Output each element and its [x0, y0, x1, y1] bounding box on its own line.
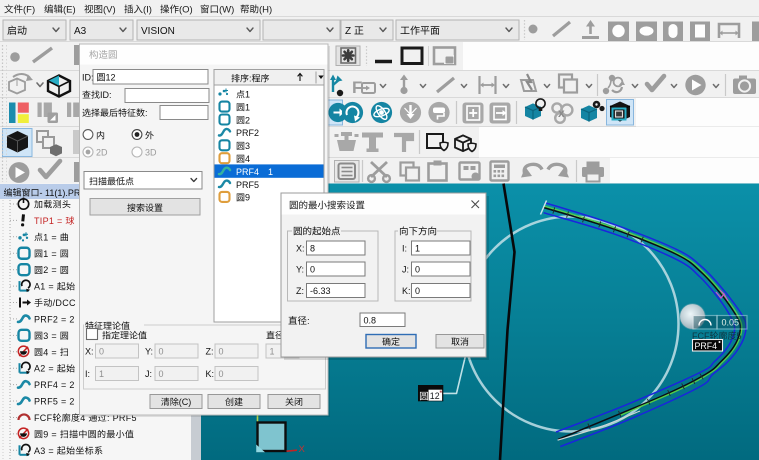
svg-text:1: 1 [99, 369, 104, 379]
svg-text:A2 =: A2 = [34, 364, 54, 374]
svg-text:0: 0 [159, 369, 164, 379]
svg-text:3D: 3D [145, 148, 157, 158]
svg-text:0: 0 [415, 286, 420, 296]
svg-text:(C): (C) [179, 397, 192, 407]
svg-text:I:: I: [85, 369, 90, 379]
svg-text:(E): (E) [63, 5, 76, 16]
svg-text:X:: X: [85, 347, 94, 357]
svg-text:FCF: FCF [34, 413, 53, 423]
svg-text:PRF4: PRF4 [695, 341, 718, 351]
svg-text:0: 0 [415, 265, 420, 275]
svg-text:J:: J: [145, 369, 152, 379]
svg-text:X:: X: [296, 244, 305, 254]
svg-text:TIP1 =: TIP1 = [34, 216, 63, 226]
svg-text:K:: K: [402, 286, 411, 296]
svg-text:3: 3 [245, 141, 250, 151]
svg-text:0: 0 [99, 347, 104, 357]
svg-text:8: 8 [310, 244, 315, 254]
svg-text:(H): (H) [259, 5, 272, 16]
svg-text:(I): (I) [143, 5, 152, 16]
svg-text:0: 0 [310, 265, 315, 275]
svg-text:3 =: 3 = [43, 331, 57, 341]
svg-text:PRF2: PRF2 [236, 128, 259, 138]
svg-text:ID:: ID: [82, 73, 94, 83]
svg-text:(V): (V) [103, 5, 116, 16]
svg-text:1 =: 1 = [43, 249, 57, 259]
svg-text:12: 12 [106, 73, 116, 83]
svg-text:ID:: ID: [100, 90, 112, 100]
svg-text::: : [249, 74, 252, 84]
svg-text:- 11(1).PR: - 11(1).PR [40, 188, 81, 198]
svg-text:(O): (O) [179, 5, 193, 16]
svg-text:-6.33: -6.33 [310, 286, 331, 296]
svg-text:PRF5: PRF5 [236, 180, 259, 190]
svg-text:X: X [299, 444, 306, 455]
svg-text:VISION: VISION [141, 26, 175, 37]
svg-text:PRF4 = 2: PRF4 = 2 [34, 380, 75, 390]
svg-text:PRF5 = 2: PRF5 = 2 [34, 397, 75, 407]
svg-text:A3 =: A3 = [34, 446, 54, 456]
svg-text:x: x [558, 106, 565, 120]
svg-text:9 =: 9 = [43, 429, 57, 439]
svg-text:A3: A3 [74, 26, 87, 37]
svg-text:0: 0 [219, 369, 224, 379]
svg-text:0.8: 0.8 [364, 316, 377, 326]
svg-text:Y:: Y: [145, 347, 153, 357]
svg-text:I:: I: [402, 244, 407, 254]
svg-text:1 =: 1 = [43, 232, 57, 242]
svg-text:0: 0 [159, 347, 164, 357]
svg-text:2 =: 2 = [43, 265, 57, 275]
svg-text:(W): (W) [219, 5, 234, 16]
svg-text:1: 1 [245, 102, 250, 112]
svg-text:PRF4: PRF4 [236, 167, 259, 177]
svg-text:Z:: Z: [206, 347, 214, 357]
svg-text:0.05: 0.05 [722, 318, 740, 328]
svg-text:1: 1 [268, 167, 273, 177]
svg-text:/DCC: /DCC [53, 298, 76, 308]
svg-text:(F): (F) [23, 5, 35, 16]
svg-text:5: 5 [737, 331, 742, 341]
svg-text:2: 2 [245, 115, 250, 125]
svg-text:PRF2 = 2: PRF2 = 2 [34, 314, 75, 324]
svg-text:12: 12 [430, 391, 440, 401]
svg-text:1: 1 [415, 244, 420, 254]
svg-text:K:: K: [206, 369, 215, 379]
svg-text:1: 1 [270, 347, 275, 357]
svg-text:0: 0 [219, 347, 224, 357]
svg-text:Z: Z [345, 26, 351, 37]
svg-text:4: 4 [245, 154, 250, 164]
svg-text:A1 =: A1 = [34, 282, 54, 292]
svg-text:9: 9 [245, 193, 250, 203]
svg-text:4 =: 4 = [43, 347, 57, 357]
svg-text:Y:: Y: [296, 265, 304, 275]
svg-text:2D: 2D [96, 148, 108, 158]
svg-text:1: 1 [245, 90, 250, 100]
svg-text:Z:: Z: [296, 286, 304, 296]
svg-text:J:: J: [402, 265, 409, 275]
svg-text::: : [145, 108, 148, 118]
svg-text::: : [307, 316, 310, 327]
